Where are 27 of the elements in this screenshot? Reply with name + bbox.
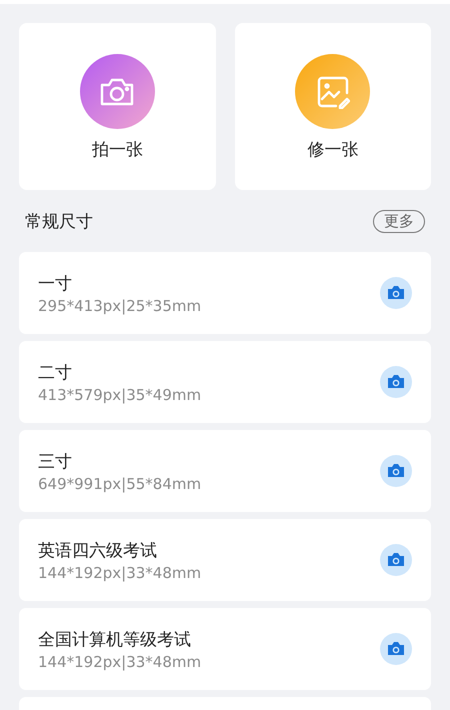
size-name: 全国计算机等级考试 (38, 628, 192, 650)
size-spec: 295*413px|25*35mm (38, 296, 202, 314)
size-name: 三寸 (38, 450, 73, 472)
action-label: 修一张 (307, 139, 358, 161)
size-item[interactable]: 二寸 413*579px|35*49mm (19, 341, 431, 423)
size-spec: 144*192px|33*48mm (38, 652, 202, 670)
action-card[interactable]: 修一张 (234, 23, 431, 190)
size-spec: 649*991px|55*84mm (38, 474, 202, 492)
size-item[interactable]: 一寸 295*413px|25*35mm (19, 252, 431, 334)
size-name: 英语四六级考试 (38, 540, 158, 562)
section-title: 常规尺寸 (25, 210, 93, 232)
camera-icon[interactable] (380, 544, 412, 576)
camera-icon[interactable] (380, 455, 412, 487)
size-spec: 413*579px|35*49mm (38, 386, 202, 404)
size-item[interactable]: 全国计算机等级考试 144*192px|33*48mm (19, 608, 431, 690)
size-item[interactable]: 英语四六级考试 144*192px|33*48mm (19, 519, 431, 601)
size-spec: 144*192px|33*48mm (38, 564, 202, 582)
more-button[interactable]: 更多 (373, 210, 425, 232)
picture-edit-icon (316, 74, 350, 108)
camera-icon[interactable] (380, 366, 412, 398)
size-item[interactable]: 三寸 649*991px|55*84mm (19, 430, 431, 512)
size-name: 二寸 (38, 362, 73, 384)
action-label: 拍一张 (92, 139, 143, 161)
size-name: 一寸 (38, 272, 73, 294)
action-card[interactable]: 拍一张 (19, 23, 216, 190)
camera-icon[interactable] (380, 633, 412, 665)
camera-icon[interactable] (380, 277, 412, 309)
